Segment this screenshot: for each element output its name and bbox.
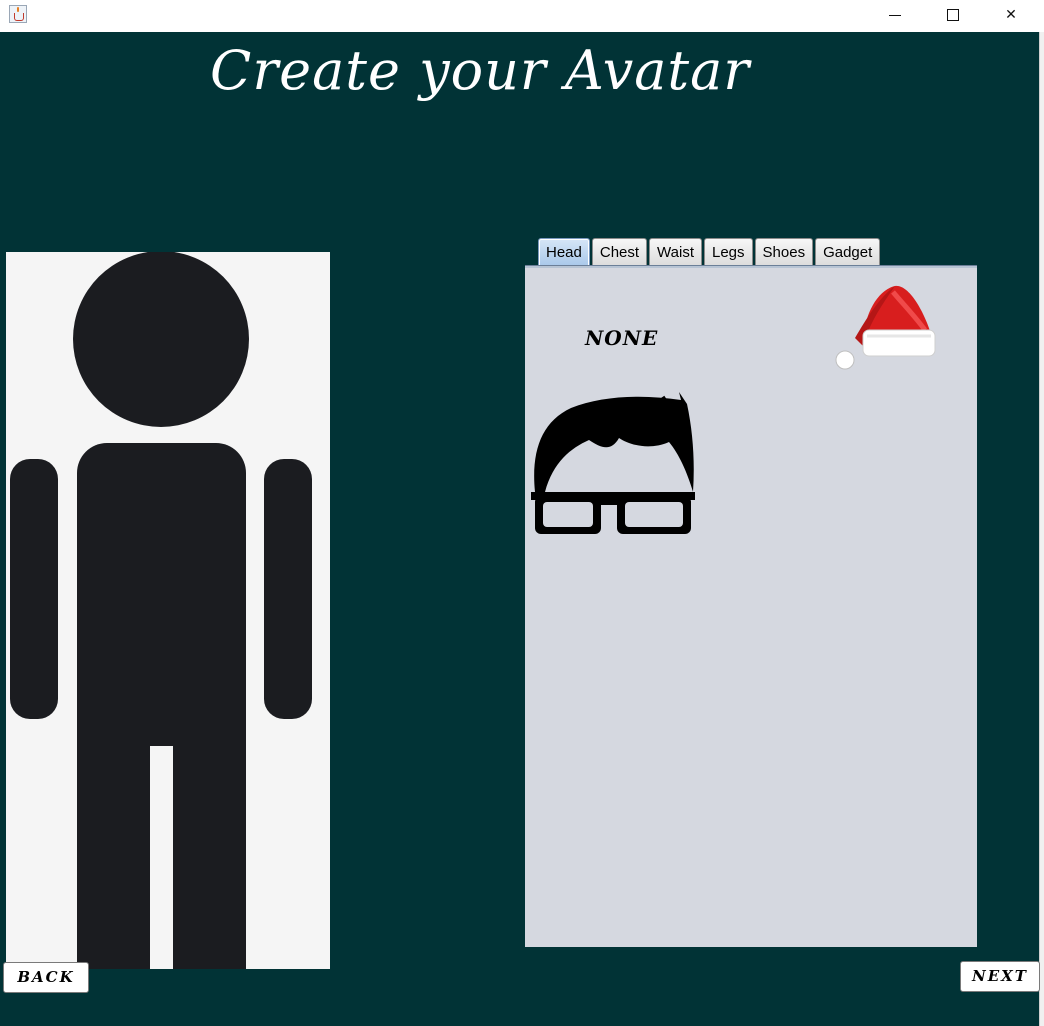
maximize-icon[interactable] — [930, 0, 976, 30]
avatar-preview — [6, 252, 330, 969]
next-button[interactable]: NEXT — [960, 961, 1040, 992]
hair-and-glasses-icon[interactable] — [531, 392, 695, 537]
santa-hat-icon[interactable] — [833, 284, 937, 370]
tab-head[interactable]: Head — [538, 238, 590, 266]
page-title: Create your Avatar — [210, 39, 751, 102]
tab-shoes[interactable]: Shoes — [754, 238, 814, 266]
back-button[interactable]: BACK — [3, 962, 89, 993]
minimize-icon[interactable] — [872, 0, 918, 30]
tab-legs[interactable]: Legs — [704, 238, 753, 266]
main-content: Create your Avatar Head Chest Waist Legs Sho… — [0, 32, 1039, 1026]
tab-gadget[interactable]: Gadget — [815, 238, 881, 266]
window-border — [1039, 32, 1044, 1026]
none-option[interactable]: NONE — [585, 326, 665, 356]
tab-waist[interactable]: Waist — [649, 238, 702, 266]
person-silhouette-icon — [10, 252, 312, 969]
body-part-tabs: Head Chest Waist Legs Shoes Gadget — [538, 238, 882, 266]
close-icon[interactable]: ✕ — [988, 0, 1034, 30]
window-titlebar: ✕ — [0, 0, 1044, 32]
java-cup-icon — [9, 5, 27, 23]
tab-chest[interactable]: Chest — [591, 238, 648, 266]
head-options-panel: NONE — [525, 268, 977, 947]
